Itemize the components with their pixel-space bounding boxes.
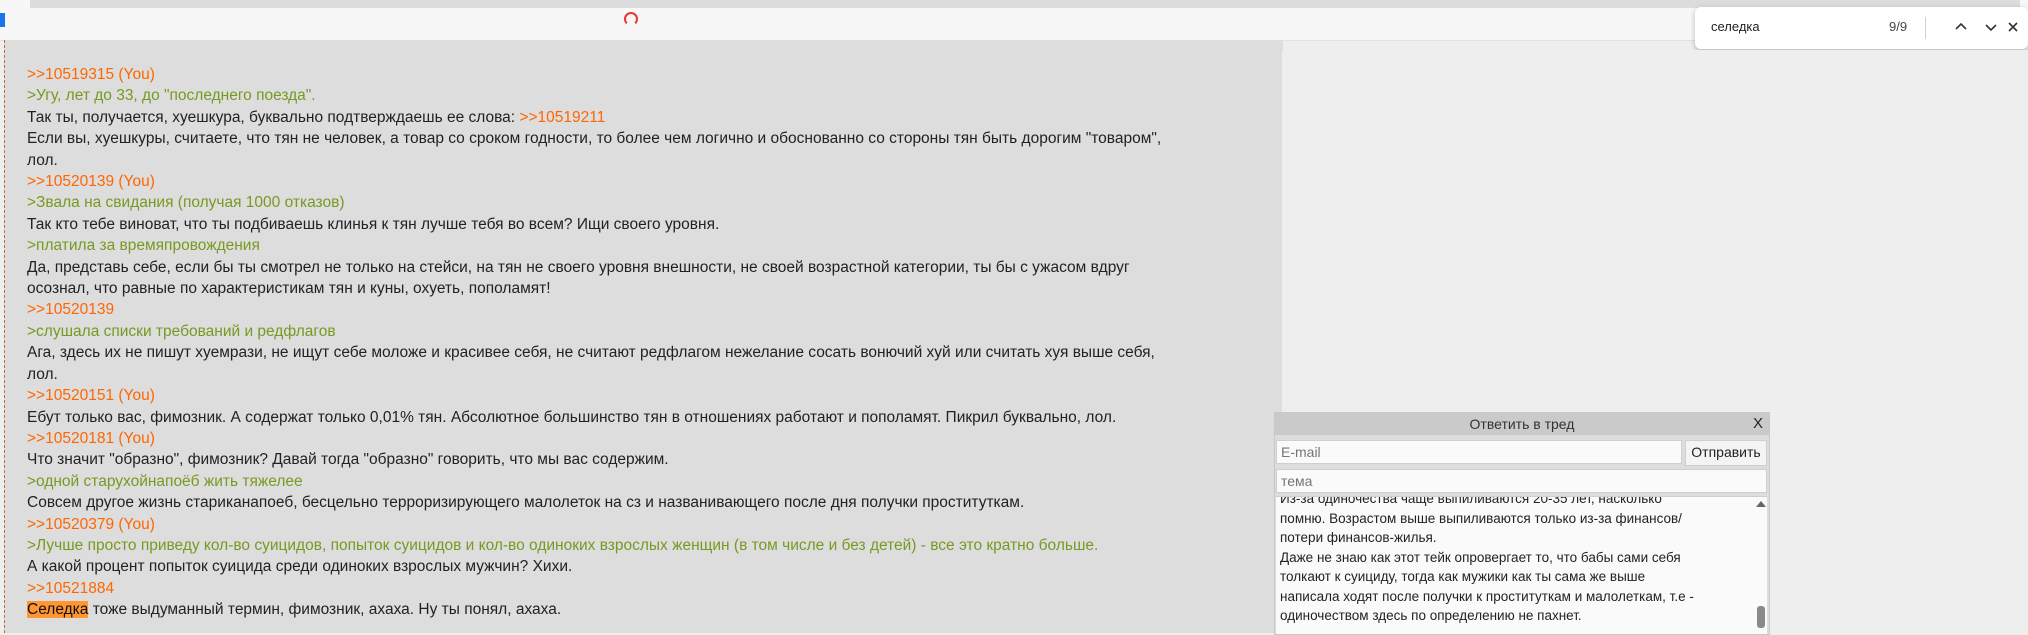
post-line: >>10520379 (You) [27,514,1277,535]
post-line: Что значит "образно", фимозник? Давай то… [27,449,1277,470]
post-text: лол. [27,151,58,169]
scroll-up-icon[interactable] [1756,501,1766,507]
find-previous-button[interactable] [1947,13,1975,41]
post-reply-link[interactable]: >>10519211 [519,109,605,126]
post-text: Так кто тебе виноват, что ты подбиваешь … [27,215,720,233]
post-reply-link[interactable]: >>10519315 (You) [27,66,155,83]
post-line: лол. [27,364,1277,385]
post-line: >платила за времяпровождения [27,235,1277,256]
subject-field[interactable] [1276,469,1767,493]
post-text: Совсем другое жизнь стариканапоеб, бесце… [27,494,1025,512]
post-line: А какой процент попыток суицида среди од… [27,556,1277,577]
post-line: >>10520151 (You) [27,385,1277,406]
post-text: Да, представь себе, если бы ты смотрел н… [27,258,1130,276]
post-line: Так кто тебе виноват, что ты подбиваешь … [27,214,1277,235]
message-line: помню. Возрастом выше выпиливаются тольк… [1280,510,1682,526]
message-textarea[interactable]: Из-за одиночества чаще выпиливаются 20-3… [1276,496,1767,634]
greentext-quote: >Звала на свидания (получая 1000 отказов… [27,194,345,212]
greentext-quote: >слушала списки требований и редфлагов [27,322,336,340]
reply-form-title-text: Ответить в тред [1469,416,1575,432]
greentext-quote: >одной старухойнапоёб жить тяжелее [27,472,303,490]
post-line: лол. [27,150,1277,171]
message-text: Из-за одиночества чаще выпиливаются 20-3… [1280,496,1735,626]
divider [1925,17,1926,39]
post-line: >одной старухойнапоёб жить тяжелее [27,471,1277,492]
post-line: Да, представь себе, если бы ты смотрел н… [27,257,1277,278]
post-reply-link[interactable]: >>10521884 [27,580,114,597]
post-line: Ага, здесь их не пишут хуемрази, не ищут… [27,342,1277,363]
post-line: >>10520181 (You) [27,428,1277,449]
message-line: написала ходят после получки к проститут… [1280,588,1694,604]
find-match-count: 9/9 [1889,19,1908,34]
send-button[interactable]: Отправить [1685,440,1767,466]
page-indicator [0,13,5,27]
post-text: Если вы, хуешкуры, считаете, что тян не … [27,130,1162,148]
greentext-quote: >платила за времяпровождения [27,237,260,255]
post-line: Селедка тоже выдуманный термин, фимозник… [27,599,1277,620]
post-line: >>10521884 [27,578,1277,599]
message-line: Из-за одиночества чаще выпиливаются 20-3… [1280,496,1662,506]
post-reply-link[interactable]: >>10520139 [27,301,114,318]
post-line: >>10520139 [27,299,1277,320]
post-text: лол. [27,365,58,383]
email-field[interactable] [1276,440,1682,464]
post-reply-link[interactable]: >>10520379 (You) [27,516,155,533]
message-line: одиночеством здесь по определению не пах… [1280,608,1582,623]
post-line: Ебут только вас, фимозник. А содержат то… [27,407,1277,428]
reply-form-close-button[interactable]: X [1753,413,1763,435]
post-text: Ага, здесь их не пишут хуемрази, не ищут… [27,344,1155,362]
find-close-button[interactable] [1999,13,2027,41]
post-text: Так ты, получается, хуешкура, буквально … [27,108,520,126]
message-line: потери финансов-жилья. [1280,530,1437,545]
greentext-quote: >Лучше просто приведу кол-во суицидов, п… [27,536,1099,554]
post-text: Что значит "образно", фимозник? Давай то… [27,451,669,469]
post-line: Так ты, получается, хуешкура, буквально … [27,107,1277,128]
post-line: >слушала списки требований и редфлагов [27,321,1277,342]
post-line: осознал, что равные по характеристикам т… [27,278,1277,299]
message-line: толкают к суициду, тогда как мужики как … [1280,569,1646,584]
post-line: Если вы, хуешкуры, считаете, что тян не … [27,128,1277,149]
message-line: Даже не знаю как этот тейк опровергает т… [1280,549,1681,565]
reply-form: Ответить в тред X Отправить Из-за одиноч… [1274,412,1770,635]
reply-form-title[interactable]: Ответить в тред X [1275,413,1769,435]
post-reply-link[interactable]: >>10520139 (You) [27,173,155,190]
find-query-input[interactable]: селедка [1711,19,1760,34]
thread-post: >>10519315 (You) >Угу, лет до 33, до "пос… [4,40,1283,633]
textarea-scrollbar[interactable] [1755,499,1767,631]
post-line: >Звала на свидания (получая 1000 отказов… [27,192,1277,213]
post-body: >>10519315 (You) >Угу, лет до 33, до "пос… [27,64,1277,621]
chevron-down-icon [1985,24,1997,32]
notification-icon [624,12,638,26]
search-highlight: Селедка [27,601,89,619]
post-text: осознал, что равные по характеристикам т… [27,280,551,298]
greentext-quote: >Угу, лет до 33, до "последнего поезда". [27,87,316,105]
find-bar: селедка 9/9 [1695,7,2028,49]
scrollbar-thumb[interactable] [1757,606,1765,628]
post-line: Совсем другое жизнь стариканапоеб, бесце… [27,492,1277,513]
post-line: >>10519315 (You) [27,64,1277,85]
post-text: тоже выдуманный термин, фимозник, ахаха.… [88,601,562,619]
post-line: >>10520139 (You) [27,171,1277,192]
post-line: >Угу, лет до 33, до "последнего поезда". [27,85,1277,106]
post-reply-link[interactable]: >>10520181 (You) [27,430,155,447]
post-reply-link[interactable]: >>10520151 (You) [27,387,155,404]
close-icon [2008,22,2018,32]
chevron-up-icon [1955,22,1967,30]
post-line: >Лучше просто приведу кол-во суицидов, п… [27,535,1277,556]
post-text: Ебут только вас, фимозник. А содержат то… [27,408,1117,426]
post-text: А какой процент попыток суицида среди од… [27,558,573,576]
